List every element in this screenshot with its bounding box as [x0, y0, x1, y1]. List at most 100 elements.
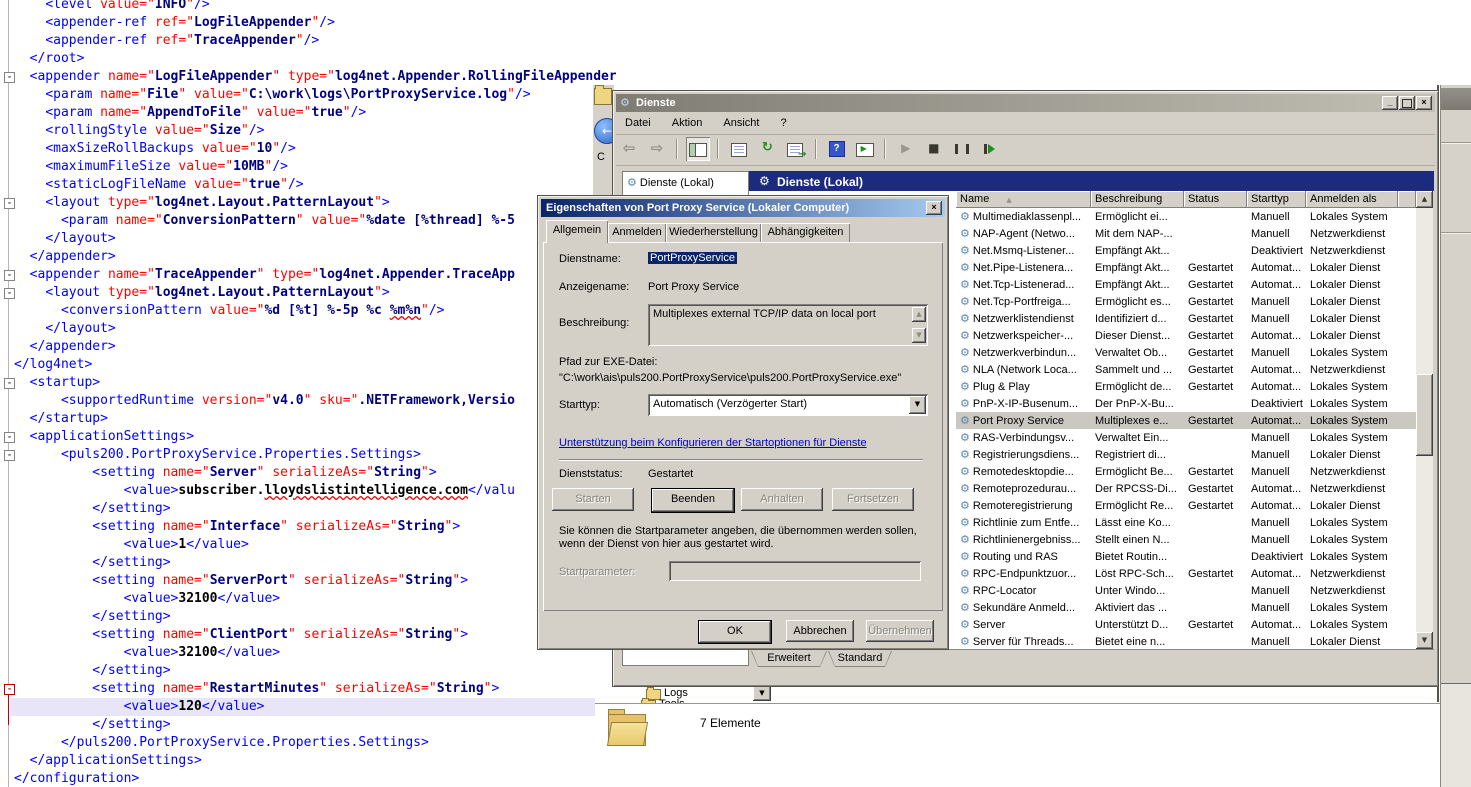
- restart-service-button[interactable]: [978, 137, 1002, 161]
- abbrechen-button[interactable]: Abbrechen: [786, 620, 854, 642]
- service-row[interactable]: ⚙RPC-LocatorUnter Windo...ManuellNetzwer…: [956, 582, 1416, 599]
- code-line[interactable]: </setting>: [14, 500, 171, 518]
- menu-item-aktion[interactable]: Aktion: [663, 113, 712, 129]
- service-row[interactable]: ⚙Netzwerkspeicher-...Dieser Dienst...Ges…: [956, 327, 1416, 344]
- service-row[interactable]: ⚙RPC-Endpunktzuor...Löst RPC-Sch...Gesta…: [956, 565, 1416, 582]
- dienstname-value[interactable]: PortProxyService: [648, 252, 737, 264]
- code-line[interactable]: <appender name="LogFileAppender" type="l…: [14, 68, 616, 86]
- code-line[interactable]: <puls200.PortProxyService.Properties.Set…: [14, 446, 421, 464]
- code-line[interactable]: </layout>: [14, 230, 116, 248]
- export-list-button[interactable]: →: [783, 137, 807, 161]
- uebernehmen-button[interactable]: Übernehmen: [866, 620, 934, 642]
- starttyp-select[interactable]: Automatisch (Verzögerter Start) ▼: [648, 394, 928, 416]
- fold-marker-icon[interactable]: -: [4, 378, 15, 389]
- scroll-up-button[interactable]: ▲: [912, 307, 926, 322]
- tab-abhaengigkeiten[interactable]: Abhängigkeiten: [761, 223, 850, 242]
- tab-anmelden[interactable]: Anmelden: [608, 223, 666, 242]
- service-row[interactable]: ⚙Server für Threads...Bietet eine n...Ma…: [956, 633, 1416, 649]
- code-line[interactable]: <value>120</value>: [10, 698, 595, 716]
- tab-allgemein[interactable]: Allgemein: [546, 220, 608, 243]
- code-line[interactable]: </appender>: [14, 248, 116, 266]
- code-line[interactable]: <startup>: [14, 374, 100, 392]
- code-line[interactable]: <maxSizeRollBackups value="10"/>: [14, 140, 296, 158]
- column-header-name[interactable]: Name ▲: [956, 191, 1091, 208]
- minimize-button[interactable]: _: [1382, 96, 1398, 110]
- refresh-button[interactable]: ↻: [755, 137, 779, 161]
- code-line[interactable]: <value>subscriber.lloydslistintelligence…: [14, 482, 515, 500]
- code-line[interactable]: </setting>: [14, 662, 171, 680]
- service-row[interactable]: ⚙NetzwerklistendienstIdentifiziert d...G…: [956, 310, 1416, 327]
- code-line[interactable]: </setting>: [14, 608, 171, 626]
- code-line[interactable]: <param name="AppendToFile" value="true"/…: [14, 104, 366, 122]
- code-line[interactable]: <appender-ref ref="TraceAppender"/>: [14, 32, 319, 50]
- code-line[interactable]: </log4net>: [14, 356, 92, 374]
- forward-button[interactable]: ⇨: [645, 137, 669, 161]
- start-service-button[interactable]: ▶: [894, 137, 918, 161]
- service-row[interactable]: ⚙Richtlinienergebniss...Stellt einen N..…: [956, 531, 1416, 548]
- anhalten-button[interactable]: Anhalten: [741, 488, 823, 511]
- code-editor[interactable]: <level value="INFO"/> <appender-ref ref=…: [0, 0, 616, 787]
- scroll-down-button[interactable]: ▼: [912, 328, 926, 343]
- back-button[interactable]: ⇦: [617, 137, 641, 161]
- code-line[interactable]: </appender>: [14, 338, 116, 356]
- fold-marker-icon[interactable]: -: [4, 198, 15, 209]
- code-line[interactable]: <value>32100</value>: [14, 644, 280, 662]
- code-line[interactable]: </setting>: [14, 554, 171, 572]
- fold-marker-icon[interactable]: -: [4, 684, 15, 695]
- show-console-tree-button[interactable]: [686, 137, 710, 161]
- code-line[interactable]: <applicationSettings>: [14, 428, 194, 446]
- service-row[interactable]: ⚙ServerUnterstützt D...GestartetAutomat.…: [956, 616, 1416, 633]
- menu-item-datei[interactable]: Datei: [616, 113, 660, 129]
- code-line[interactable]: </root>: [14, 50, 84, 68]
- column-header-anmelden-als[interactable]: Anmelden als: [1306, 191, 1398, 208]
- service-row[interactable]: ⚙Registrierungsdiens...Registriert di...…: [956, 446, 1416, 463]
- dialog-title-bar[interactable]: Eigenschaften von Port Proxy Service (Lo…: [541, 199, 945, 217]
- vertical-scrollbar[interactable]: ▲ ▼: [1416, 191, 1433, 649]
- service-row[interactable]: ⚙Remoteprozedurau...Der RPCSS-Di...Gesta…: [956, 480, 1416, 497]
- service-row[interactable]: ⚙Net.Msmq-Listener...Empfängt Akt...Deak…: [956, 242, 1416, 259]
- code-line[interactable]: <param name="File" value="C:\work\logs\P…: [14, 86, 531, 104]
- beenden-button[interactable]: Beenden: [651, 488, 735, 513]
- chevron-down-icon[interactable]: ▼: [909, 396, 926, 414]
- code-line[interactable]: <setting name="Server" serializeAs="Stri…: [14, 464, 437, 482]
- code-line[interactable]: </configuration>: [14, 770, 139, 787]
- fold-marker-icon[interactable]: -: [4, 288, 15, 299]
- code-line[interactable]: <rollingStyle value="Size"/>: [14, 122, 264, 140]
- code-line[interactable]: <value>1</value>: [14, 536, 249, 554]
- code-line[interactable]: <param name="ConversionPattern" value="%…: [14, 212, 515, 230]
- fold-marker-icon[interactable]: -: [4, 450, 15, 461]
- dropdown-button[interactable]: ▼: [753, 686, 771, 701]
- column-header-starttyp[interactable]: Starttyp: [1247, 191, 1306, 208]
- tab-standard[interactable]: Standard: [828, 651, 892, 667]
- service-row[interactable]: ⚙Netzwerkverbindun...Verwaltet Ob...Gest…: [956, 344, 1416, 361]
- fold-marker-icon[interactable]: -: [4, 432, 15, 443]
- code-line[interactable]: </puls200.PortProxyService.Properties.Se…: [14, 734, 429, 752]
- code-line[interactable]: <setting name="ServerPort" serializeAs="…: [14, 572, 468, 590]
- column-header-status[interactable]: Status: [1184, 191, 1247, 208]
- startparameter-input[interactable]: [669, 561, 921, 581]
- tab-wiederherstellung[interactable]: Wiederherstellung: [666, 223, 761, 242]
- service-row[interactable]: ⚙RAS-Verbindungsv...Verwaltet Ein...Manu…: [956, 429, 1416, 446]
- service-row[interactable]: ⚙NLA (Network Loca...Sammelt und ...Gest…: [956, 361, 1416, 378]
- menu-item-hilfe[interactable]: ?: [772, 113, 796, 129]
- code-line[interactable]: <maximumFileSize value="10MB"/>: [14, 158, 288, 176]
- service-row[interactable]: ⚙Remotedesktopdie...Ermöglicht Be...Gest…: [956, 463, 1416, 480]
- stop-service-button[interactable]: ■: [922, 137, 946, 161]
- scroll-down-button[interactable]: ▼: [1416, 632, 1433, 649]
- code-line[interactable]: <value>32100</value>: [14, 590, 280, 608]
- service-row[interactable]: ⚙Plug & PlayErmöglicht de...GestartetAut…: [956, 378, 1416, 395]
- code-line[interactable]: </startup>: [14, 410, 108, 428]
- column-header-beschreibung[interactable]: Beschreibung: [1091, 191, 1184, 208]
- fold-marker-icon[interactable]: -: [4, 72, 15, 83]
- service-row[interactable]: ⚙Port Proxy ServiceMultiplexes e...Gesta…: [956, 412, 1416, 429]
- properties-button[interactable]: [727, 137, 751, 161]
- code-line[interactable]: <conversionPattern value="%d [%t] %-5p %…: [14, 302, 445, 320]
- code-line[interactable]: <appender-ref ref="LogFileAppender"/>: [14, 14, 335, 32]
- close-button[interactable]: ×: [1416, 96, 1432, 110]
- menu-item-ansicht[interactable]: Ansicht: [714, 113, 768, 129]
- service-row[interactable]: ⚙RemoteregistrierungErmöglicht Re...Gest…: [956, 497, 1416, 514]
- service-row[interactable]: ⚙Net.Pipe-Listenera...Empfängt Akt...Ges…: [956, 259, 1416, 276]
- fold-marker-icon[interactable]: -: [4, 270, 15, 281]
- service-row[interactable]: ⚙Routing und RASBietet Routin...Deaktivi…: [956, 548, 1416, 565]
- code-line[interactable]: <appender name="TraceAppender" type="log…: [14, 266, 515, 284]
